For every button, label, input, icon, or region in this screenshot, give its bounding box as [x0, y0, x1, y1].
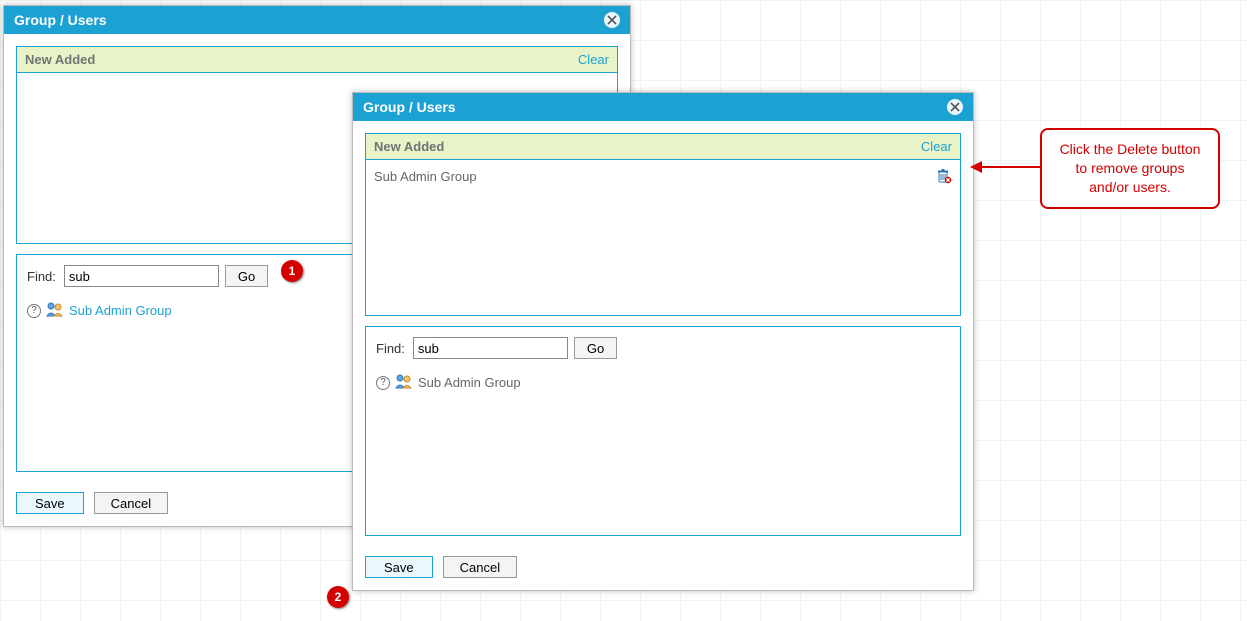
clear-link[interactable]: Clear — [921, 139, 952, 154]
cancel-button[interactable]: Cancel — [443, 556, 517, 578]
go-button[interactable]: Go — [225, 265, 268, 287]
annotation-arrow — [982, 166, 1042, 168]
close-icon[interactable] — [947, 99, 963, 115]
close-icon[interactable] — [604, 12, 620, 28]
pane-header-label: New Added — [374, 139, 444, 154]
result-item[interactable]: ? Sub Admin Group — [376, 371, 950, 394]
find-pane: Find: Go ? Sub Admin Group — [365, 326, 961, 536]
find-label: Find: — [27, 269, 56, 284]
titlebar[interactable]: Group / Users — [4, 6, 630, 34]
pane-header-label: New Added — [25, 52, 95, 67]
result-list: ? Sub Admin Group — [366, 365, 960, 535]
added-row: Sub Admin Group — [374, 166, 952, 186]
annotation-marker-1: 1 — [281, 260, 303, 282]
group-icon — [395, 373, 413, 392]
help-icon[interactable]: ? — [27, 304, 41, 318]
added-list: Sub Admin Group — [366, 160, 960, 315]
group-users-dialog-2: Group / Users New Added Clear Sub Admin … — [352, 92, 974, 591]
result-item-label: Sub Admin Group — [418, 375, 521, 390]
annotation-marker-2: 2 — [327, 586, 349, 608]
find-label: Find: — [376, 341, 405, 356]
clear-link[interactable]: Clear — [578, 52, 609, 67]
dialog-title: Group / Users — [363, 99, 456, 115]
group-icon — [46, 301, 64, 320]
cancel-button[interactable]: Cancel — [94, 492, 168, 514]
save-button[interactable]: Save — [16, 492, 84, 514]
find-input[interactable] — [64, 265, 219, 287]
titlebar[interactable]: Group / Users — [353, 93, 973, 121]
added-item-label: Sub Admin Group — [374, 169, 477, 184]
result-item-label: Sub Admin Group — [69, 303, 172, 318]
annotation-callout: Click the Delete button to remove groups… — [1040, 128, 1220, 209]
save-button[interactable]: Save — [365, 556, 433, 578]
go-button[interactable]: Go — [574, 337, 617, 359]
find-input[interactable] — [413, 337, 568, 359]
help-icon[interactable]: ? — [376, 376, 390, 390]
dialog-title: Group / Users — [14, 12, 107, 28]
delete-icon[interactable] — [936, 168, 952, 184]
annotation-arrow-head-icon — [970, 161, 982, 173]
new-added-pane: New Added Clear Sub Admin Group — [365, 133, 961, 316]
